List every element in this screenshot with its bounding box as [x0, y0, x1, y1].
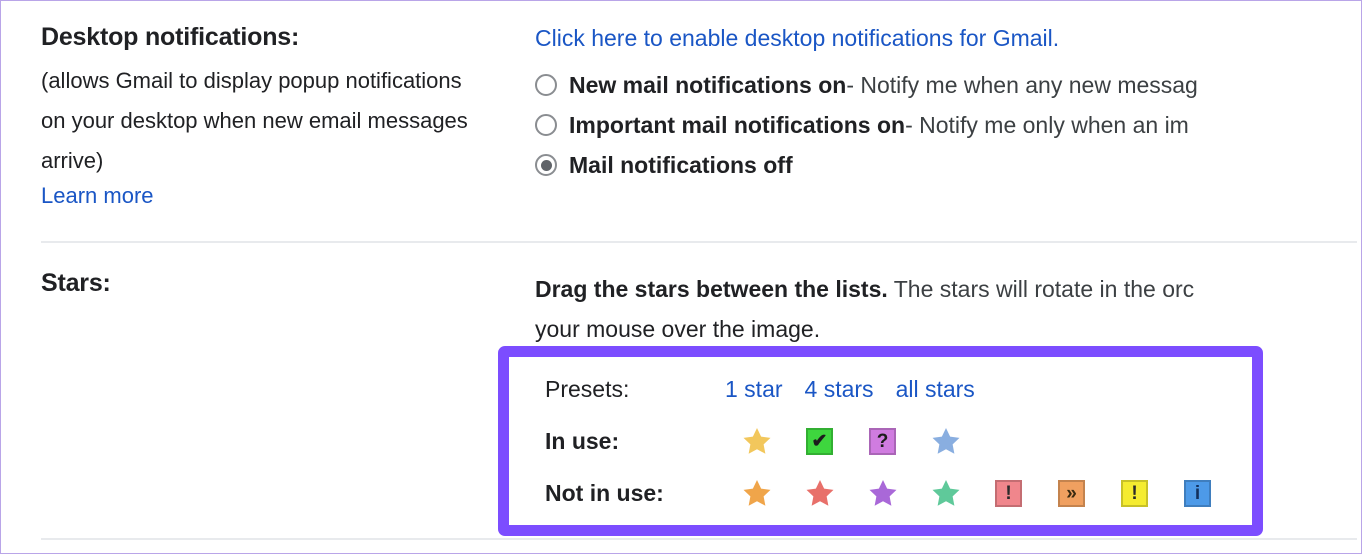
orange-double-chevron-box-icon[interactable]: »	[1040, 479, 1103, 507]
preset-link-4-stars[interactable]: 4 stars	[805, 376, 874, 403]
presets-label: Presets:	[545, 375, 630, 402]
stars-intro-rest: The stars will rotate in the orc	[887, 276, 1195, 302]
radio-label-new-mail-strong: New mail notifications on	[569, 71, 847, 98]
not-in-use-label: Not in use:	[545, 479, 664, 506]
description-line-1: (allows Gmail to display popup notificat…	[41, 68, 462, 93]
star-picker-table: Presets: 1 star 4 stars all stars In use…	[545, 363, 1252, 525]
desktop-notifications-description: (allows Gmail to display popup notificat…	[41, 61, 521, 181]
purple-question-box-icon[interactable]: ?	[851, 427, 914, 455]
stars-intro-line-1: Drag the stars between the lists. The st…	[535, 269, 1361, 309]
in-use-row: In use: ✔?	[545, 415, 1252, 467]
yellow-star-icon[interactable]	[725, 426, 788, 456]
divider-above-stars	[41, 241, 1357, 243]
stars-content-column: Drag the stars between the lists. The st…	[535, 269, 1361, 349]
stars-label-column: Stars:	[41, 269, 521, 298]
yellow-exclamation-box-icon[interactable]: !	[1103, 479, 1166, 507]
blue-star-icon[interactable]	[914, 426, 977, 456]
preset-link-1-star[interactable]: 1 star	[725, 376, 783, 403]
presets-row: Presets: 1 star 4 stars all stars	[545, 363, 1252, 415]
preset-link-all-stars[interactable]: all stars	[896, 376, 975, 403]
red-star-icon[interactable]	[788, 478, 851, 508]
stars-title: Stars:	[41, 269, 111, 297]
blue-info-box-glyph: i	[1184, 479, 1211, 507]
radio-option-new-mail-notifications-on[interactable]: New mail notifications on - Notify me wh…	[535, 65, 1361, 105]
radio-button-important-mail[interactable]	[535, 114, 557, 136]
radio-button-new-mail[interactable]	[535, 74, 557, 96]
purple-question-box-glyph: ?	[869, 427, 896, 455]
desktop-notifications-title: Desktop notifications:	[41, 23, 300, 51]
stars-intro-line-2: your mouse over the image.	[535, 316, 821, 342]
not-in-use-row: Not in use: ! »! i	[545, 467, 1252, 519]
orange-star-icon[interactable]	[725, 478, 788, 508]
desktop-notifications-label-column: Desktop notifications: (allows Gmail to …	[41, 23, 521, 209]
radio-label-important-mail-rest: - Notify me only when an im	[905, 111, 1189, 138]
green-check-box-glyph: ✔	[806, 427, 833, 455]
radio-label-important-mail-strong: Important mail notifications on	[569, 111, 906, 138]
green-check-box-icon[interactable]: ✔	[788, 427, 851, 455]
desktop-notifications-content-column: Click here to enable desktop notificatio…	[535, 23, 1361, 185]
radio-label-mail-off-strong: Mail notifications off	[569, 151, 793, 178]
description-line-3: arrive)	[41, 148, 104, 173]
learn-more-link[interactable]: Learn more	[41, 183, 154, 209]
purple-star-icon[interactable]	[851, 478, 914, 508]
red-exclamation-box-glyph: !	[995, 479, 1022, 507]
enable-desktop-notifications-link[interactable]: Click here to enable desktop notificatio…	[535, 23, 1361, 53]
orange-double-chevron-box-glyph: »	[1058, 479, 1085, 507]
radio-option-important-mail-notifications-on[interactable]: Important mail notifications on - Notify…	[535, 105, 1361, 145]
radio-option-mail-notifications-off[interactable]: Mail notifications off	[535, 145, 1361, 185]
description-line-2: on your desktop when new email messages	[41, 108, 468, 133]
yellow-exclamation-box-glyph: !	[1121, 479, 1148, 507]
divider-below-stars	[41, 538, 1357, 540]
not-in-use-icon-strip: ! »! i	[725, 478, 1229, 508]
in-use-label: In use:	[545, 427, 620, 454]
radio-label-new-mail-rest: - Notify me when any new messag	[846, 71, 1198, 98]
stars-intro-bold: Drag the stars between the lists.	[535, 276, 888, 302]
presets-links: 1 star 4 stars all stars	[725, 376, 975, 403]
red-exclamation-box-icon[interactable]: !	[977, 479, 1040, 507]
radio-button-mail-off[interactable]	[535, 154, 557, 176]
stars-highlight-box: Presets: 1 star 4 stars all stars In use…	[498, 346, 1263, 536]
green-star-icon[interactable]	[914, 478, 977, 508]
settings-page: Desktop notifications: (allows Gmail to …	[1, 1, 1361, 553]
in-use-icon-strip: ✔?	[725, 426, 977, 456]
blue-info-box-icon[interactable]: i	[1166, 479, 1229, 507]
